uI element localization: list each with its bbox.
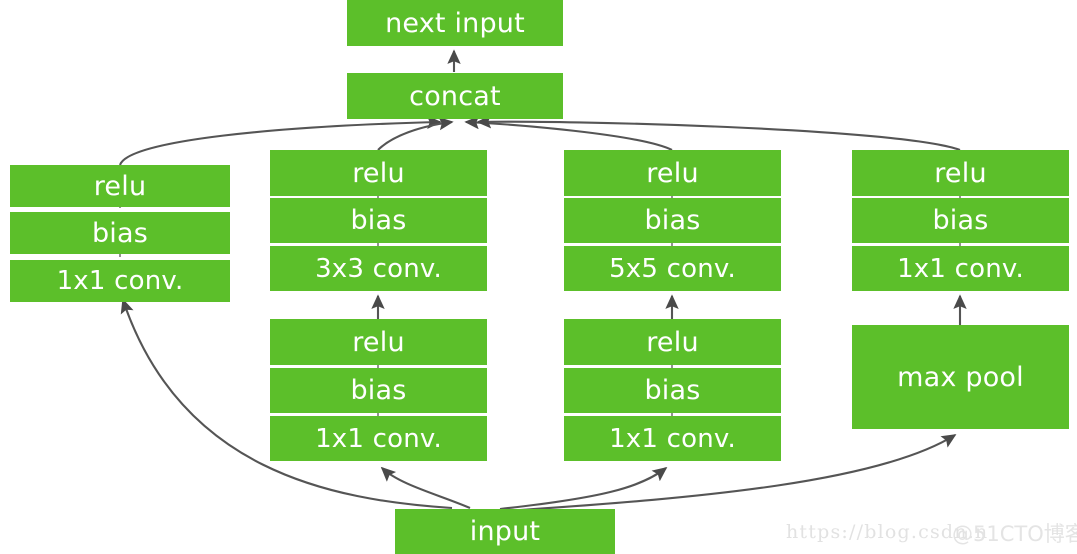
node-branch3-bottom-conv-label: 1x1 conv. — [609, 423, 736, 454]
node-branch3-top-relu-label: relu — [646, 157, 699, 189]
node-branch2-top-relu[interactable]: relu — [270, 150, 487, 196]
node-concat-label: concat — [409, 80, 501, 112]
node-branch1-relu[interactable]: relu — [10, 165, 230, 207]
node-branch4-top-bias-label: bias — [932, 205, 989, 236]
node-branch3-top-conv[interactable]: 5x5 conv. — [564, 246, 781, 291]
node-branch4-top-relu-label: relu — [934, 157, 987, 189]
node-branch3-top-bias-label: bias — [644, 205, 701, 236]
node-branch2-bottom-relu[interactable]: relu — [270, 319, 487, 365]
edge-input-to-branch2 — [380, 466, 471, 509]
node-branch2-top-conv[interactable]: 3x3 conv. — [270, 246, 487, 291]
node-branch1-conv[interactable]: 1x1 conv. — [10, 260, 230, 302]
node-branch2-bottom-conv-label: 1x1 conv. — [315, 423, 442, 454]
edge-branch4-to-concat — [476, 114, 961, 151]
node-branch1-bias[interactable]: bias — [10, 212, 230, 254]
node-branch4-top-conv-label: 1x1 conv. — [897, 253, 1024, 284]
node-branch3-top-relu[interactable]: relu — [564, 150, 781, 196]
node-branch2-bottom-relu-label: relu — [352, 326, 405, 358]
node-branch2-bottom-conv[interactable]: 1x1 conv. — [270, 416, 487, 461]
node-concat[interactable]: concat — [347, 73, 563, 119]
node-branch1-relu-label: relu — [93, 170, 147, 202]
node-branch3-top-conv-label: 5x5 conv. — [609, 253, 736, 284]
edge-input-to-branch3 — [499, 466, 668, 511]
node-branch3-bottom-relu[interactable]: relu — [564, 319, 781, 365]
node-branch1-conv-label: 1x1 conv. — [56, 266, 184, 296]
node-next-input-label: next input — [385, 7, 525, 39]
node-input[interactable]: input — [395, 509, 615, 554]
node-branch3-bottom-bias-label: bias — [644, 375, 701, 406]
node-branch3-bottom-relu-label: relu — [646, 326, 699, 358]
node-branch4-top-relu[interactable]: relu — [852, 150, 1069, 196]
node-input-label: input — [469, 516, 541, 547]
node-branch4-max-pool-label: max pool — [897, 361, 1024, 393]
node-branch2-top-conv-label: 3x3 conv. — [315, 253, 442, 284]
node-branch4-top-bias[interactable]: bias — [852, 198, 1069, 243]
node-branch2-bottom-bias-label: bias — [350, 375, 407, 406]
node-branch1-bias-label: bias — [91, 217, 149, 249]
node-branch2-top-bias[interactable]: bias — [270, 198, 487, 243]
node-branch2-top-relu-label: relu — [352, 157, 405, 189]
node-next-input[interactable]: next input — [347, 0, 563, 46]
inception-module-diagram: next input concat relu bias 1x1 conv. re… — [0, 0, 1077, 554]
node-branch2-top-bias-label: bias — [350, 205, 407, 236]
edge-branch2-to-concat — [377, 116, 454, 151]
node-branch2-bottom-bias[interactable]: bias — [270, 368, 487, 413]
watermark-csdn: https://blog.csdn.n — [786, 521, 989, 543]
node-branch3-bottom-bias[interactable]: bias — [564, 368, 781, 413]
node-branch4-max-pool[interactable]: max pool — [852, 325, 1069, 429]
node-branch4-top-conv[interactable]: 1x1 conv. — [852, 246, 1069, 291]
watermark-51cto: @51CTO博客 — [952, 522, 1077, 546]
node-branch3-top-bias[interactable]: bias — [564, 198, 781, 243]
edge-branch3-to-concat — [464, 115, 673, 151]
node-branch3-bottom-conv[interactable]: 1x1 conv. — [564, 416, 781, 461]
